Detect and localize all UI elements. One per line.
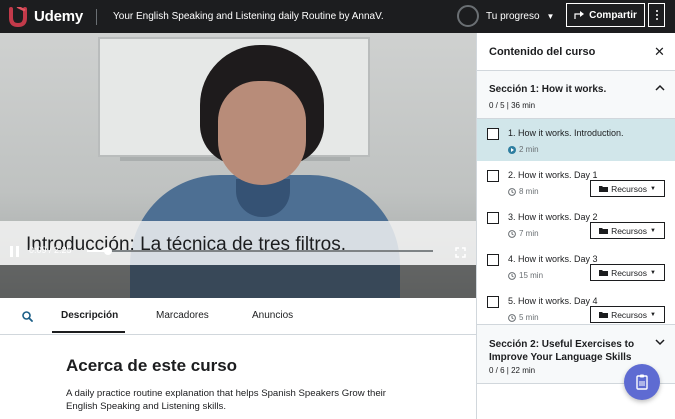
chevron-down-icon: ▼ <box>546 11 555 21</box>
video-subtitle: Introducción: La técnica de tres filtros… <box>26 234 346 255</box>
progress-ring-icon <box>457 5 479 27</box>
tab-bookmarks[interactable]: Marcadores <box>156 310 209 321</box>
tab-description[interactable]: Descripción <box>61 310 118 321</box>
lecture-checkbox[interactable] <box>487 212 499 224</box>
progress-dropdown[interactable]: Tu progreso ▼ <box>457 4 554 28</box>
lecture-duration-text: 7 min <box>519 229 539 238</box>
clock-icon <box>508 229 516 238</box>
video-controls <box>0 265 476 298</box>
lecture-duration: 7 min <box>508 229 539 238</box>
pause-icon[interactable] <box>10 246 20 257</box>
search-icon[interactable] <box>22 309 33 327</box>
chevron-down-icon: ▼ <box>649 269 656 276</box>
lecture-duration-text: 5 min <box>519 313 539 322</box>
resources-button[interactable]: Recursos ▼ <box>590 306 665 323</box>
chevron-down-icon: ▼ <box>649 311 656 318</box>
lecture-item[interactable]: 3. How it works. Day 2 7 min Recursos ▼ <box>477 203 675 245</box>
share-label: Compartir <box>589 9 637 21</box>
section-title: Sección 1: How it works. <box>489 84 607 95</box>
clock-icon <box>508 313 516 322</box>
seek-bar[interactable] <box>87 247 433 255</box>
chevron-down-icon: ▼ <box>649 227 656 234</box>
lecture-duration: 2 min <box>508 145 539 154</box>
lecture-title: 4. How it works. Day 3 <box>508 254 598 264</box>
resources-button[interactable]: Recursos ▼ <box>590 222 665 239</box>
chevron-down-icon <box>655 339 665 346</box>
section-meta: 0 / 5 | 36 min <box>489 101 536 110</box>
clock-icon <box>508 187 516 196</box>
about-text: A daily practice routine explanation tha… <box>66 388 386 412</box>
kebab-dot <box>655 18 658 20</box>
lecture-duration: 15 min <box>508 271 543 280</box>
lecture-checkbox[interactable] <box>487 254 499 266</box>
lecture-item[interactable]: 2. How it works. Day 1 8 min Recursos ▼ <box>477 161 675 203</box>
sidebar-header: Contenido del curso ✕ <box>477 33 675 71</box>
about-title: Acerca de este curso <box>66 356 238 375</box>
chevron-down-icon: ▼ <box>649 185 656 192</box>
topbar-divider <box>96 8 98 25</box>
lecture-duration-text: 15 min <box>519 271 544 280</box>
kebab-dot <box>655 14 658 16</box>
chevron-up-icon <box>655 84 665 91</box>
kebab-dot <box>655 10 658 12</box>
lecture-duration: 5 min <box>508 313 539 322</box>
more-options-button[interactable] <box>648 3 665 27</box>
notes-fab-button[interactable] <box>624 364 660 400</box>
close-icon[interactable]: ✕ <box>654 45 665 58</box>
fullscreen-icon[interactable] <box>455 245 466 258</box>
content-tabs: Descripción Marcadores Anuncios <box>0 298 476 335</box>
lecture-duration-text: 2 min <box>519 145 539 154</box>
lecture-title: 5. How it works. Day 4 <box>508 296 598 306</box>
udemy-logo[interactable]: Udemy <box>0 0 83 33</box>
course-content-sidebar: Contenido del curso ✕ Sección 1: How it … <box>476 33 675 419</box>
folder-icon <box>599 186 609 192</box>
resources-label: Recursos <box>611 309 647 320</box>
lecture-item[interactable]: 1. How it works. Introduction. 2 min <box>477 119 675 161</box>
folder-icon <box>599 270 609 276</box>
section-title: Sección 2: Useful Exercises to Improve Y… <box>489 339 635 363</box>
lecture-duration: 8 min <box>508 187 539 196</box>
resources-button[interactable]: Recursos ▼ <box>590 264 665 281</box>
play-circle-icon <box>508 145 516 154</box>
section-meta: 0 / 6 | 22 min <box>489 366 536 375</box>
lecture-checkbox[interactable] <box>487 170 499 182</box>
lecture-title: 1. How it works. Introduction. <box>508 128 624 138</box>
video-player[interactable]: Introducción: La técnica de tres filtros… <box>0 33 476 298</box>
tab-announcements[interactable]: Anuncios <box>252 310 293 321</box>
resources-button[interactable]: Recursos ▼ <box>590 180 665 197</box>
course-title[interactable]: Your English Speaking and Listening dail… <box>113 11 384 22</box>
brand-name: Udemy <box>34 8 84 25</box>
folder-icon <box>599 312 609 318</box>
lecture-checkbox[interactable] <box>487 296 499 308</box>
share-button[interactable]: Compartir <box>566 3 645 27</box>
active-tab-indicator <box>52 331 125 333</box>
lecture-duration-text: 8 min <box>519 187 539 196</box>
clock-icon <box>508 271 516 280</box>
folder-icon <box>599 228 609 234</box>
resources-label: Recursos <box>611 183 647 194</box>
share-arrow-icon <box>574 11 585 19</box>
progress-label: Tu progreso <box>486 10 540 22</box>
udemy-u-logo-icon <box>8 5 28 27</box>
resources-label: Recursos <box>611 267 647 278</box>
lecture-title: 2. How it works. Day 1 <box>508 170 598 180</box>
top-bar: Udemy Your English Speaking and Listenin… <box>0 0 675 33</box>
lecture-item[interactable]: 4. How it works. Day 3 15 min Recursos ▼ <box>477 245 675 287</box>
lecture-item[interactable]: 5. How it works. Day 4 5 min Recursos ▼ <box>477 287 675 329</box>
lecture-checkbox[interactable] <box>487 128 499 140</box>
video-time: 0:09 / 2:25 <box>29 245 72 255</box>
section-1-header[interactable]: Sección 1: How it works. 0 / 5 | 36 min <box>477 71 675 119</box>
resources-label: Recursos <box>611 225 647 236</box>
lecture-title: 3. How it works. Day 2 <box>508 212 598 222</box>
sidebar-title: Contenido del curso <box>489 46 596 58</box>
presenter-face <box>218 81 306 185</box>
notes-icon <box>636 374 648 390</box>
